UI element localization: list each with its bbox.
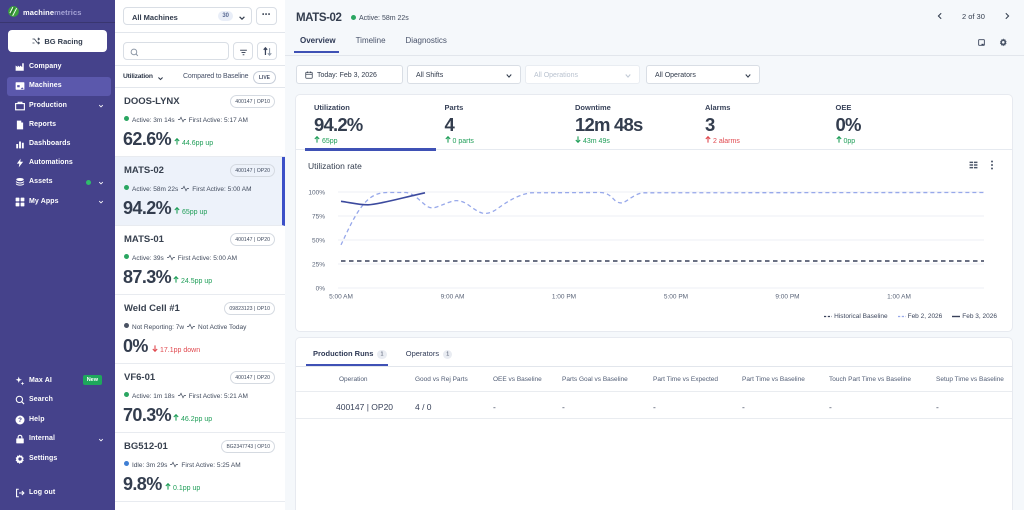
svg-text:1:00 PM: 1:00 PM	[552, 294, 576, 301]
svg-text:5:00 PM: 5:00 PM	[664, 294, 688, 301]
svg-text:?: ?	[18, 417, 22, 424]
svg-text:9:00 AM: 9:00 AM	[441, 294, 465, 301]
svg-text:100%: 100%	[308, 190, 325, 197]
svg-text:75%: 75%	[312, 214, 325, 221]
svg-text:25%: 25%	[312, 262, 325, 269]
svg-text:9:00 PM: 9:00 PM	[775, 294, 799, 301]
svg-text:1:00 AM: 1:00 AM	[887, 294, 911, 301]
svg-text:5:00 AM: 5:00 AM	[329, 294, 353, 301]
svg-text:0%: 0%	[316, 286, 326, 293]
svg-text:50%: 50%	[312, 238, 325, 245]
